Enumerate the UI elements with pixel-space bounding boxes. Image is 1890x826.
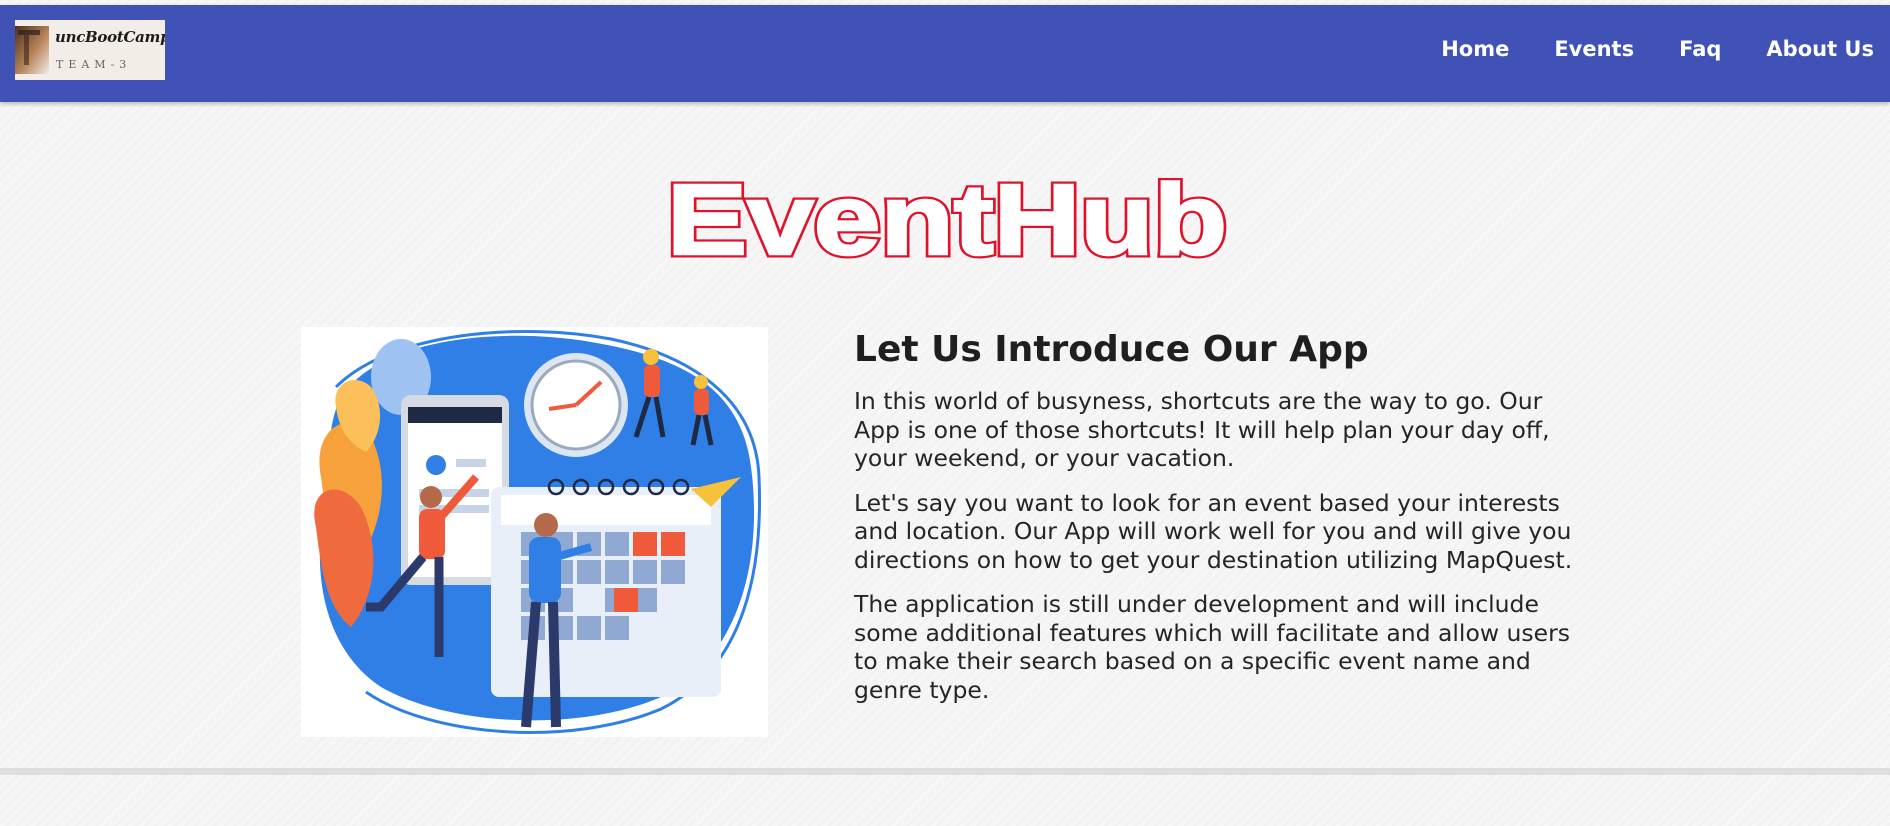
intro-heading: Let Us Introduce Our App [854, 329, 1369, 370]
nav-about-us-link[interactable]: About Us [1766, 37, 1874, 61]
main-nav: Home Events Faq About Us [1441, 37, 1874, 61]
eventhub-logo: EventHub EventHub [664, 161, 1231, 280]
logo-mark-icon [15, 26, 49, 74]
intro-paragraph: The application is still under developme… [854, 590, 1571, 704]
section-divider [0, 768, 1890, 775]
hero-title: EventHub EventHub [664, 161, 1231, 280]
logo-team-text: TEAM-3 [56, 58, 132, 71]
nav-faq-link[interactable]: Faq [1679, 37, 1721, 61]
nav-home-link[interactable]: Home [1441, 37, 1509, 61]
top-navbar: uncBootCamp TEAM-3 Home Events Faq About… [0, 5, 1890, 102]
intro-section: Let Us Introduce Our App In this world o… [854, 328, 1594, 720]
eventhub-title-inline: EventHub [667, 168, 1227, 260]
intro-paragraph: In this world of busyness, shortcuts are… [854, 387, 1550, 472]
logo-brand-text: uncBootCamp [55, 28, 165, 46]
nav-events-link[interactable]: Events [1554, 37, 1634, 61]
planning-illustration [301, 327, 768, 737]
team-logo[interactable]: uncBootCamp TEAM-3 [15, 20, 165, 80]
calendar-planning-image [314, 329, 761, 734]
intro-paragraph: Let's say you want to look for an event … [854, 488, 1573, 574]
